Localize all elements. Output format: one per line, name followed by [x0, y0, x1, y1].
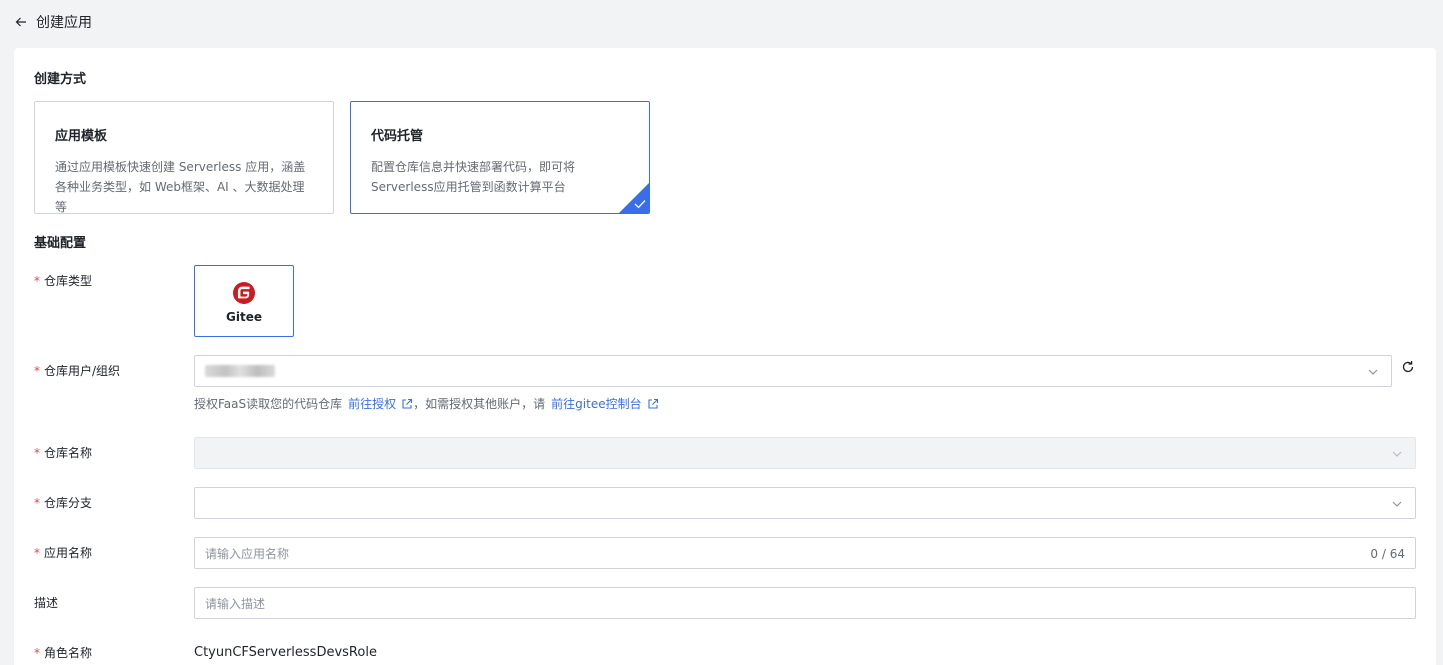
required-mark: *: [34, 546, 40, 560]
repo-type-label: * 仓库类型: [34, 272, 92, 289]
method-title: 代码托管: [371, 129, 424, 144]
label-text: 角色名称: [44, 646, 93, 660]
label-text: 仓库类型: [44, 274, 93, 288]
hint-text: 授权FaaS读取您的代码仓库: [194, 397, 343, 411]
main-card: 创建方式 应用模板 通过应用模板快速创建 Serverless 应用，涵盖各种业…: [14, 48, 1436, 665]
top-bar: 创建应用: [0, 0, 1443, 44]
role-name-label: * 角色名称: [34, 644, 92, 661]
app-name-placeholder: 请输入应用名称: [205, 546, 290, 561]
link-text: 前往gitee控制台: [551, 397, 642, 411]
hint-text-middle: ，如需授权其他账户，请: [413, 397, 546, 411]
chevron-down-icon: [1392, 501, 1402, 507]
repo-branch-label: * 仓库分支: [34, 494, 92, 511]
repo-type-gitee-option[interactable]: Gitee: [194, 265, 294, 337]
external-link-icon: [648, 398, 658, 409]
repo-user-label: * 仓库用户/组织: [34, 362, 120, 379]
app-name-label: * 应用名称: [34, 544, 92, 561]
required-mark: *: [34, 446, 40, 460]
link-text: 前往授权: [348, 397, 397, 411]
code-hosting-method-card[interactable]: 代码托管 配置仓库信息并快速部署代码，即可将Serverless应用托管到函数计…: [350, 101, 650, 214]
gitee-logo-icon: [233, 282, 255, 304]
back-arrow-icon[interactable]: [14, 14, 30, 30]
method-title: 应用模板: [55, 129, 108, 144]
gitee-option-label: Gitee: [226, 310, 262, 324]
repo-name-label: * 仓库名称: [34, 444, 92, 461]
repo-user-select[interactable]: [194, 355, 1392, 387]
char-counter: 0 / 64: [1370, 547, 1405, 561]
description-placeholder: 请输入描述: [205, 596, 266, 611]
description-label: 描述: [34, 594, 58, 611]
required-mark: *: [34, 364, 40, 378]
template-method-card[interactable]: 应用模板 通过应用模板快速创建 Serverless 应用，涵盖各种业务类型，如…: [34, 101, 334, 214]
basic-config-heading: 基础配置: [34, 236, 87, 251]
repo-name-select[interactable]: [194, 437, 1416, 469]
check-icon: [634, 200, 646, 209]
repo-branch-select[interactable]: [194, 487, 1416, 519]
label-text: 仓库名称: [44, 446, 93, 460]
label-text: 仓库用户/组织: [44, 364, 121, 378]
chevron-down-icon: [1392, 451, 1402, 457]
redacted-value: [205, 365, 275, 377]
app-name-input[interactable]: 请输入应用名称 0 / 64: [194, 537, 1416, 569]
description-input[interactable]: 请输入描述: [194, 587, 1416, 619]
label-text: 仓库分支: [44, 496, 93, 510]
required-mark: *: [34, 646, 40, 660]
label-text: 应用名称: [44, 546, 93, 560]
method-description: 通过应用模板快速创建 Serverless 应用，涵盖各种业务类型，如 Web框…: [55, 160, 306, 214]
required-mark: *: [34, 496, 40, 510]
auth-hint: 授权FaaS读取您的代码仓库 前往授权 ，如需授权其他账户，请 前往gitee控…: [194, 395, 659, 412]
authorize-link[interactable]: 前往授权: [348, 395, 413, 412]
page-title: 创建应用: [36, 15, 92, 31]
method-description: 配置仓库信息并快速部署代码，即可将Serverless应用托管到函数计算平台: [371, 160, 576, 194]
refresh-icon[interactable]: [1401, 360, 1415, 374]
chevron-down-icon: [1368, 369, 1378, 375]
gitee-console-link[interactable]: 前往gitee控制台: [551, 395, 658, 412]
creation-method-heading: 创建方式: [34, 72, 87, 87]
label-text: 描述: [34, 596, 59, 610]
external-link-icon: [402, 398, 413, 409]
required-mark: *: [34, 274, 40, 288]
role-name-value: CtyunCFServerlessDevsRole: [194, 645, 377, 660]
